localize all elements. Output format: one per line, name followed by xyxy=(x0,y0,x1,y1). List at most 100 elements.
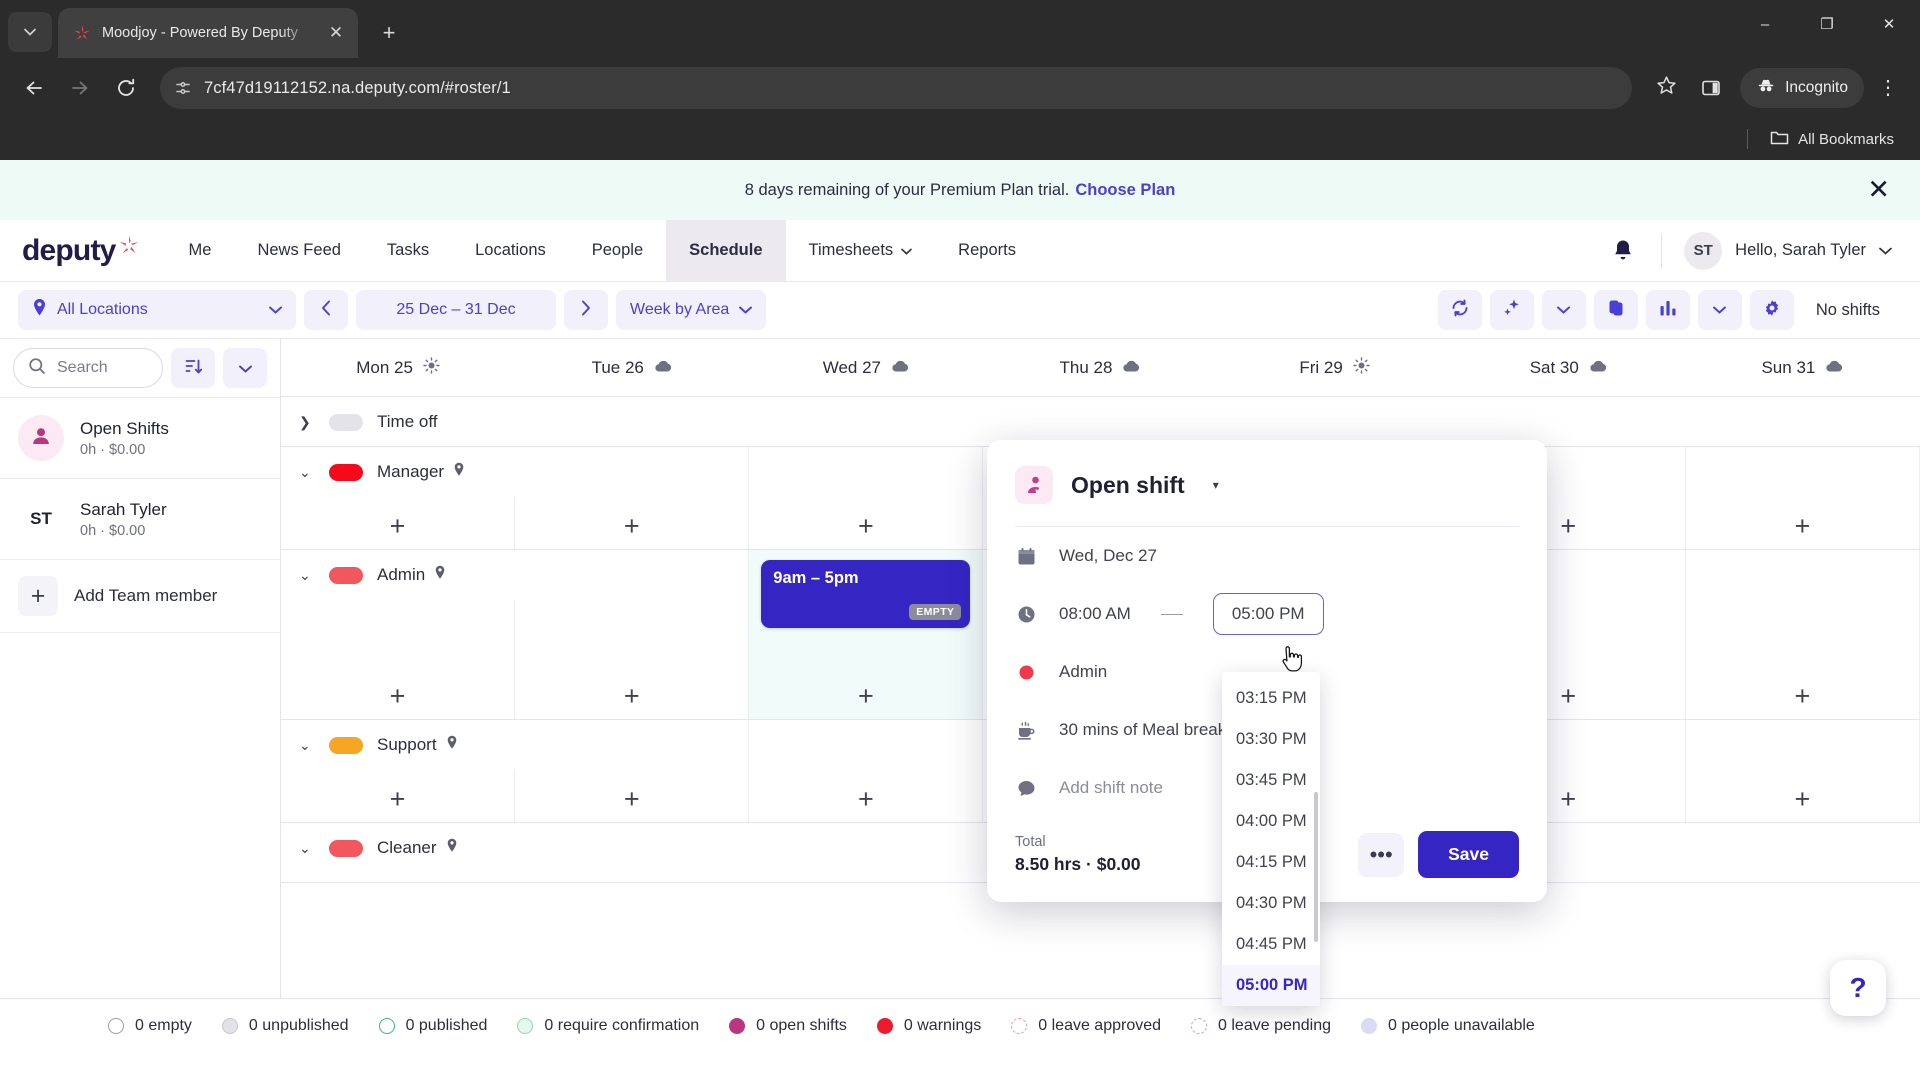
sort-button[interactable] xyxy=(171,348,215,388)
time-option[interactable]: 04:30 PM xyxy=(1222,883,1320,924)
add-shift-button[interactable]: + xyxy=(624,683,640,710)
area-header[interactable]: ⌄ Support xyxy=(281,720,601,770)
shift-start-time[interactable]: 08:00 AM xyxy=(1059,604,1131,624)
all-bookmarks-button[interactable]: All Bookmarks xyxy=(1770,129,1894,150)
tab-search-button[interactable] xyxy=(8,12,52,52)
refresh-button[interactable] xyxy=(1437,290,1482,330)
copy-button[interactable] xyxy=(1593,290,1638,330)
add-shift-button[interactable]: + xyxy=(1795,786,1811,813)
nav-item-news-feed[interactable]: News Feed xyxy=(234,220,363,281)
caret-down-icon[interactable]: ▾ xyxy=(1213,478,1219,492)
minimize-button[interactable]: – xyxy=(1734,0,1796,48)
nav-item-reports[interactable]: Reports xyxy=(935,220,1039,281)
deputy-logo[interactable]: deputy xyxy=(0,220,166,281)
time-option[interactable]: 03:15 PM xyxy=(1222,678,1320,719)
chevron-down-icon[interactable]: ⌄ xyxy=(299,567,315,584)
chevron-right-icon[interactable]: ❯ xyxy=(299,414,315,431)
chevron-down-icon[interactable]: ⌄ xyxy=(299,737,315,754)
view-selector[interactable]: Week by Area xyxy=(616,290,767,330)
location-filter[interactable]: All Locations xyxy=(18,290,296,330)
three-dot-menu-icon[interactable]: ⋮ xyxy=(1870,78,1906,98)
settings-button[interactable] xyxy=(1749,290,1794,330)
back-arrow-icon[interactable] xyxy=(14,68,54,108)
auto-schedule-button[interactable] xyxy=(1489,290,1534,330)
help-button[interactable]: ? xyxy=(1830,960,1886,1016)
day-header-thu[interactable]: Thu 28 xyxy=(983,339,1217,396)
close-icon[interactable]: ✕ xyxy=(1867,175,1890,206)
area-header[interactable]: ⌄ Manager xyxy=(281,447,601,497)
add-shift-button[interactable]: + xyxy=(1560,683,1576,710)
add-team-member-button[interactable]: + Add Team member xyxy=(0,559,280,633)
add-shift-button[interactable]: + xyxy=(390,513,406,540)
user-menu[interactable]: ST Hello, Sarah Tyler xyxy=(1662,231,1920,270)
time-option-selected[interactable]: 05:00 PM xyxy=(1222,965,1320,1006)
incognito-indicator[interactable]: Incognito xyxy=(1740,68,1864,108)
add-shift-button[interactable]: + xyxy=(858,683,874,710)
grid-cell[interactable]: + xyxy=(1686,550,1920,719)
grid-cell[interactable]: + xyxy=(1686,720,1920,822)
browser-tab[interactable]: Moodjoy - Powered By Deputy ✕ xyxy=(58,8,358,58)
add-shift-button[interactable]: + xyxy=(858,786,874,813)
side-panel-icon[interactable] xyxy=(1692,78,1730,98)
add-shift-button[interactable]: + xyxy=(1560,786,1576,813)
day-header-sun[interactable]: Sun 31 xyxy=(1686,339,1920,396)
star-icon[interactable] xyxy=(1646,75,1686,102)
grid-cell[interactable]: + xyxy=(749,447,984,549)
close-tab-icon[interactable]: ✕ xyxy=(324,23,348,43)
notification-bell-icon[interactable] xyxy=(1585,238,1661,264)
chevron-down-icon[interactable]: ⌄ xyxy=(299,840,315,857)
nav-item-people[interactable]: People xyxy=(569,220,666,281)
ellipsis-icon[interactable]: ••• xyxy=(1358,832,1405,877)
grid-cell-selected[interactable]: 9am – 5pm EMPTY + xyxy=(749,550,984,719)
time-option[interactable]: 04:15 PM xyxy=(1222,842,1320,883)
shift-card[interactable]: 9am – 5pm EMPTY xyxy=(761,560,971,628)
grid-cell[interactable]: + xyxy=(1686,447,1920,549)
stats-caret[interactable] xyxy=(1697,290,1742,330)
address-bar[interactable]: 7cf47d19112152.na.deputy.com/#roster/1 xyxy=(160,67,1633,109)
nav-item-timesheets[interactable]: Timesheets xyxy=(786,220,936,281)
add-shift-button[interactable]: + xyxy=(390,786,406,813)
day-header-wed[interactable]: Wed 27 xyxy=(749,339,983,396)
choose-plan-link[interactable]: Choose Plan xyxy=(1075,181,1175,200)
nav-item-me[interactable]: Me xyxy=(166,220,235,281)
day-header-tue[interactable]: Tue 26 xyxy=(515,339,749,396)
modal-date-row[interactable]: Wed, Dec 27 xyxy=(987,527,1547,585)
auto-schedule-caret[interactable] xyxy=(1541,290,1586,330)
reload-icon[interactable] xyxy=(106,68,146,108)
maximize-button[interactable]: ❐ xyxy=(1796,0,1858,48)
area-header[interactable]: ⌄ Admin xyxy=(281,550,601,600)
next-week-button[interactable] xyxy=(564,290,608,330)
dropdown-scrollbar[interactable] xyxy=(1314,792,1318,942)
time-option[interactable]: 04:45 PM xyxy=(1222,924,1320,965)
add-shift-button[interactable]: + xyxy=(858,513,874,540)
new-tab-button[interactable]: + xyxy=(372,20,406,46)
previous-week-button[interactable] xyxy=(304,290,348,330)
time-option[interactable]: 03:30 PM xyxy=(1222,719,1320,760)
sidebar-person-sarah-tyler[interactable]: ST Sarah Tyler 0h · $0.00 xyxy=(0,478,280,559)
stats-button[interactable] xyxy=(1645,290,1690,330)
day-header-sat[interactable]: Sat 30 xyxy=(1452,339,1686,396)
grid-cell[interactable]: + xyxy=(749,720,984,822)
time-dropdown[interactable]: 03:15 PM 03:30 PM 03:45 PM 04:00 PM 04:1… xyxy=(1222,672,1320,1006)
filter-button[interactable] xyxy=(223,348,267,388)
nav-item-tasks[interactable]: Tasks xyxy=(364,220,452,281)
add-shift-button[interactable]: + xyxy=(1560,513,1576,540)
add-shift-button[interactable]: + xyxy=(1795,683,1811,710)
sidebar-person-open-shifts[interactable]: Open Shifts 0h · $0.00 xyxy=(0,397,280,478)
day-header-mon[interactable]: Mon 25 xyxy=(281,339,515,396)
nav-item-schedule[interactable]: Schedule xyxy=(666,220,786,281)
time-option[interactable]: 03:45 PM xyxy=(1222,760,1320,801)
day-header-fri[interactable]: Fri 29 xyxy=(1218,339,1452,396)
chevron-down-icon[interactable]: ⌄ xyxy=(299,464,315,481)
date-range-button[interactable]: 25 Dec – 31 Dec xyxy=(356,290,556,330)
add-shift-button[interactable]: + xyxy=(1795,513,1811,540)
time-option[interactable]: 04:00 PM xyxy=(1222,801,1320,842)
add-shift-button[interactable]: + xyxy=(624,786,640,813)
nav-item-locations[interactable]: Locations xyxy=(452,220,569,281)
add-shift-button[interactable]: + xyxy=(390,683,406,710)
site-settings-icon[interactable] xyxy=(174,79,192,97)
add-shift-button[interactable]: + xyxy=(624,513,640,540)
search-input[interactable]: Search xyxy=(13,348,163,388)
close-window-button[interactable]: ✕ xyxy=(1858,0,1920,48)
save-button[interactable]: Save xyxy=(1418,831,1519,878)
